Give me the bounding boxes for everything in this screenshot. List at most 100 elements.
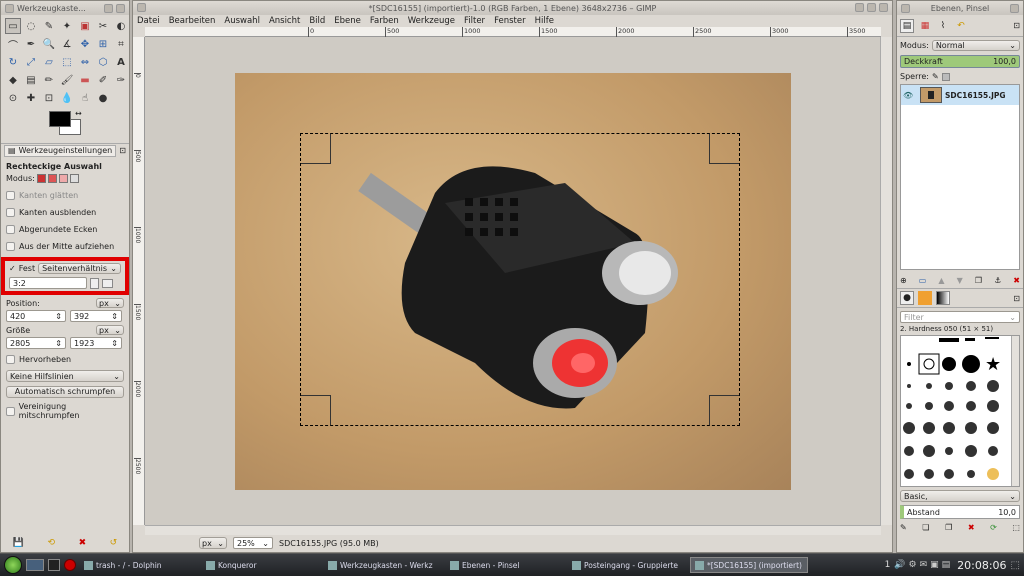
mode-replace-icon[interactable] xyxy=(36,174,46,183)
highlight-checkbox[interactable] xyxy=(6,355,15,364)
ratio-input[interactable]: 3:2 xyxy=(9,277,87,289)
tab-layers-icon[interactable]: ▤ xyxy=(900,18,914,33)
selection-handle-br[interactable] xyxy=(709,395,739,425)
layer-mode-select[interactable]: Normal ⌄ xyxy=(931,40,1020,51)
reset-options-icon[interactable]: ↺ xyxy=(110,538,118,548)
menu-bild[interactable]: Bild xyxy=(309,16,325,26)
minimize-icon[interactable] xyxy=(104,3,113,13)
size-h-input[interactable]: 1923 ⇕ xyxy=(70,337,122,349)
flip-tool-icon[interactable]: ⇔ xyxy=(77,54,93,70)
menu-farben[interactable]: Farben xyxy=(370,16,399,26)
vertical-scrollbar[interactable] xyxy=(880,37,892,525)
color-select-tool-icon[interactable]: ▣ xyxy=(77,18,93,34)
expand-center-checkbox[interactable] xyxy=(6,242,15,251)
selection-handle-bl[interactable] xyxy=(301,395,331,425)
menu-ebene[interactable]: Ebene xyxy=(334,16,361,26)
swap-colors-icon[interactable]: ↔ xyxy=(75,109,82,118)
menu-fenster[interactable]: Fenster xyxy=(494,16,526,26)
clone-tool-icon[interactable]: ⊙ xyxy=(5,90,21,106)
pencil-tool-icon[interactable]: ✏ xyxy=(41,72,57,88)
landscape-icon[interactable] xyxy=(102,278,113,288)
fixed-mode-select[interactable]: Seitenverhältnis ⌄ xyxy=(38,263,121,274)
crop-tool-icon[interactable]: ⌗ xyxy=(113,36,129,52)
menu-bearbeiten[interactable]: Bearbeiten xyxy=(169,16,216,26)
lock-pixels-icon[interactable]: ✎ xyxy=(932,72,939,81)
tab-tool-options[interactable]: ▤ Werkzeugeinstellungen xyxy=(4,144,117,157)
eraser-tool-icon[interactable]: ▬ xyxy=(77,72,93,88)
rect-select-tool-icon[interactable]: ▭ xyxy=(5,18,21,34)
terminal-icon[interactable] xyxy=(48,559,60,571)
vertical-ruler[interactable]: 0 500 1000 1500 2000 2500 xyxy=(133,37,145,525)
position-unit-select[interactable]: px ⌄ xyxy=(96,298,124,308)
taskbar-item[interactable]: Konqueror xyxy=(202,557,318,573)
new-layer-icon[interactable]: ⊕ xyxy=(900,276,907,285)
canvas-area[interactable] xyxy=(145,37,881,525)
image-photo[interactable] xyxy=(235,73,791,490)
size-w-input[interactable]: 2805 ⇕ xyxy=(6,337,66,349)
mode-add-icon[interactable] xyxy=(47,174,57,183)
cage-tool-icon[interactable]: ⬡ xyxy=(95,54,111,70)
align-tool-icon[interactable]: ⊞ xyxy=(95,36,111,52)
position-y-input[interactable]: 392 ⇕ xyxy=(70,310,122,322)
layer-row[interactable]: 👁 SDC16155.JPG xyxy=(901,85,1019,105)
brush-preset-select[interactable]: Basic, ⌄ xyxy=(900,490,1020,502)
menu-werkzeuge[interactable]: Werkzeuge xyxy=(408,16,455,26)
smudge-tool-icon[interactable]: ☝ xyxy=(77,90,93,106)
antialias-option[interactable]: Kanten glätten xyxy=(6,191,124,200)
foreground-color-swatch[interactable] xyxy=(49,111,71,127)
new-brush-icon[interactable]: ❏ xyxy=(922,523,929,532)
tab-gradients-icon[interactable] xyxy=(936,291,950,305)
delete-layer-icon[interactable]: ✖ xyxy=(1013,276,1020,285)
scale-tool-icon[interactable]: ⤢ xyxy=(23,54,39,70)
color-picker-tool-icon[interactable]: ✒ xyxy=(23,36,39,52)
menu-hilfe[interactable]: Hilfe xyxy=(535,16,554,26)
unit-select[interactable]: px ⌄ xyxy=(199,537,227,549)
delete-brush-icon[interactable]: ✖ xyxy=(968,523,975,532)
taskbar-item[interactable]: *[SDC16155] (importiert) xyxy=(690,557,808,573)
brush-scrollbar[interactable] xyxy=(1011,336,1019,486)
menu-filter[interactable]: Filter xyxy=(464,16,485,26)
move-tool-icon[interactable]: ✥ xyxy=(77,36,93,52)
dodge-burn-tool-icon[interactable]: ● xyxy=(95,90,111,106)
clock[interactable]: 20:08:06 xyxy=(957,559,1006,572)
refresh-brushes-icon[interactable]: ⟳ xyxy=(990,523,997,532)
tab-undo-icon[interactable]: ↶ xyxy=(954,19,968,33)
guides-select[interactable]: Keine Hilfslinien ⌄ xyxy=(6,370,124,382)
raise-layer-icon[interactable]: ▲ xyxy=(938,276,944,285)
desktop-number[interactable]: 1 xyxy=(885,560,891,570)
text-tool-icon[interactable]: A xyxy=(113,54,129,70)
color-swatches[interactable]: ↔ xyxy=(49,109,129,139)
rounded-option[interactable]: Abgerundete Ecken xyxy=(6,225,124,234)
mode-subtract-icon[interactable] xyxy=(58,174,68,183)
feather-option[interactable]: Kanten ausblenden xyxy=(6,208,124,217)
brush-grid[interactable]: ★ xyxy=(900,335,1020,487)
paintbrush-tool-icon[interactable]: 🖌 xyxy=(59,72,75,88)
ink-tool-icon[interactable]: ✑ xyxy=(113,72,129,88)
portrait-icon[interactable] xyxy=(90,277,99,289)
zoom-select[interactable]: 25% ⌄ xyxy=(233,537,273,549)
window-menu-icon[interactable] xyxy=(5,3,14,13)
restore-options-icon[interactable]: ⟲ xyxy=(48,538,56,548)
shear-tool-icon[interactable]: ▱ xyxy=(41,54,57,70)
bucket-fill-tool-icon[interactable]: ◆ xyxy=(5,72,21,88)
tab-menu-icon[interactable]: ⊡ xyxy=(1013,294,1020,303)
lock-alpha-icon[interactable] xyxy=(941,72,950,81)
feather-checkbox[interactable] xyxy=(6,208,15,217)
menu-auswahl[interactable]: Auswahl xyxy=(224,16,260,26)
autoshrink-button[interactable]: Automatisch schrumpfen xyxy=(6,386,124,398)
taskbar-item[interactable]: trash - / - Dolphin xyxy=(80,557,196,573)
horizontal-ruler[interactable]: 05001000150020002500300035004000 xyxy=(145,27,943,37)
rotate-tool-icon[interactable]: ↻ xyxy=(5,54,21,70)
brush-as-image-icon[interactable]: ⬚ xyxy=(1012,523,1020,532)
selection-handle-tl[interactable] xyxy=(301,134,331,164)
merged-checkbox[interactable] xyxy=(6,406,15,416)
perspective-clone-tool-icon[interactable]: ⊡ xyxy=(41,90,57,106)
taskbar-item[interactable]: Werkzeugkasten - Werkz xyxy=(324,557,440,573)
selection-rectangle[interactable] xyxy=(300,133,740,426)
position-x-input[interactable]: 420 ⇕ xyxy=(6,310,66,322)
selection-handle-tr[interactable] xyxy=(709,134,739,164)
kde-launcher-icon[interactable] xyxy=(4,556,22,574)
highlight-option[interactable]: Hervorheben xyxy=(6,355,124,364)
spinner-icon[interactable]: ⇕ xyxy=(111,339,118,348)
eye-icon[interactable]: 👁 xyxy=(903,91,917,100)
